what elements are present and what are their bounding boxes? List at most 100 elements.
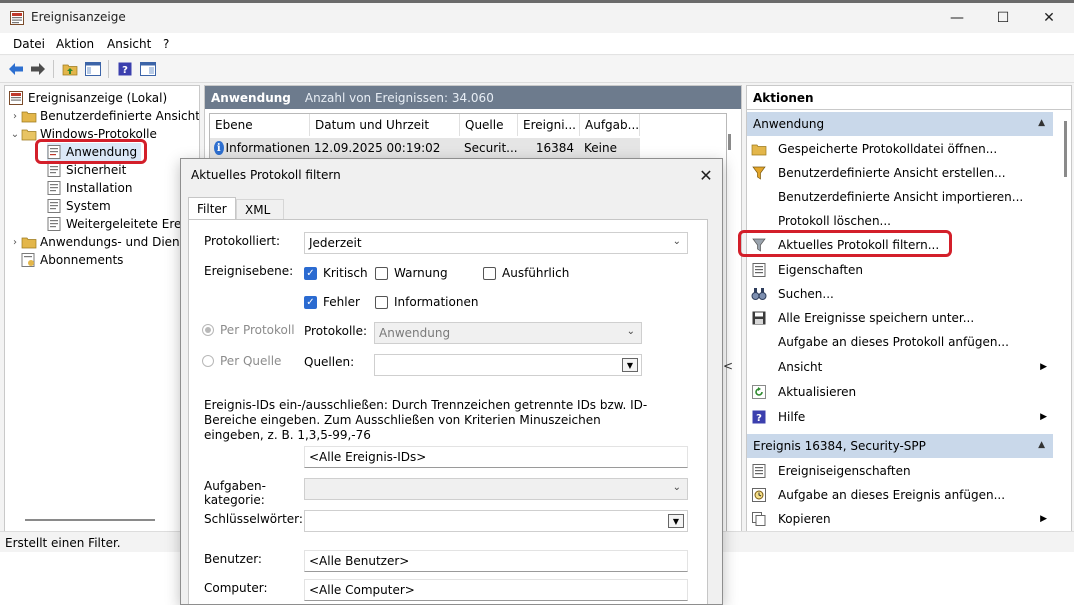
checkbox-unchecked-icon[interactable] <box>483 266 496 280</box>
tree-item-app-services[interactable]: › Anwendungs- und Dienstprotokolle <box>9 233 199 251</box>
menu-datei[interactable]: Datei <box>13 37 45 51</box>
submenu-arrow-icon: ▶ <box>1040 514 1047 524</box>
checkbox-label: Kritisch <box>323 266 368 280</box>
sources-select[interactable]: ▼ <box>374 354 642 376</box>
action-copy[interactable]: Kopieren ▶ <box>747 507 1053 531</box>
chevron-down-icon: ⌄ <box>626 326 635 337</box>
title-bar: Ereignisanzeige — ☐ ✕ <box>0 3 1074 33</box>
minimize-button[interactable]: — <box>934 3 980 33</box>
checkbox-checked-icon[interactable]: ✓ <box>304 266 317 280</box>
close-icon[interactable]: ✕ <box>695 164 717 186</box>
task-category-select[interactable]: ⌄ <box>304 478 688 500</box>
actions-section-anwendung[interactable]: Anwendung ▲ <box>747 112 1053 136</box>
log-file-icon <box>47 181 63 195</box>
actions-section-event[interactable]: Ereignis 16384, Security-SPP ▲ <box>747 434 1053 458</box>
user-input[interactable]: <Alle Benutzer> <box>304 550 688 572</box>
checkbox-unchecked-icon[interactable] <box>375 266 388 280</box>
submenu-arrow-icon: ▶ <box>1040 362 1047 372</box>
event-list-scrollbar[interactable] <box>728 134 731 150</box>
checkbox-warning[interactable]: Warnung <box>375 266 448 280</box>
logged-select[interactable]: Jederzeit ⌄ <box>304 232 688 254</box>
dropdown-arrow-icon[interactable]: ▼ <box>668 514 684 528</box>
actions-scrollbar[interactable] <box>1064 121 1067 177</box>
event-ids-input[interactable]: <Alle Ereignis-IDs> <box>304 446 688 468</box>
folder-up-icon[interactable] <box>61 60 79 78</box>
maximize-button[interactable]: ☐ <box>980 3 1026 33</box>
menu-aktion[interactable]: Aktion <box>56 37 94 51</box>
folder-open-icon <box>751 141 767 157</box>
radio-by-log[interactable]: Per Protokoll <box>202 323 295 337</box>
action-view[interactable]: Ansicht ▶ <box>747 355 1053 379</box>
tree-horizontal-scrollbar[interactable] <box>25 519 155 521</box>
tab-xml[interactable]: XML <box>236 199 284 219</box>
radio-selected-icon[interactable] <box>202 324 214 336</box>
tree-label: Benutzerdefinierte Ansichten <box>40 109 200 123</box>
column-header-date[interactable]: Datum und Uhrzeit <box>310 114 460 136</box>
action-event-properties[interactable]: Ereigniseigenschaften <box>747 459 1053 483</box>
tree-item-system[interactable]: System <box>47 197 111 215</box>
forward-arrow-icon[interactable] <box>29 60 47 78</box>
column-header-event-id[interactable]: Ereigni... <box>518 114 580 136</box>
checkbox-label: Informationen <box>394 295 479 309</box>
action-label: Hilfe <box>778 410 806 424</box>
highlight-filter-action <box>738 230 952 257</box>
logged-label: Protokolliert: <box>204 234 281 248</box>
table-row[interactable]: i Informationen <box>210 138 310 158</box>
action-save-all-events[interactable]: Alle Ereignisse speichern unter... <box>747 306 1053 330</box>
cell-task[interactable]: Keine <box>580 138 640 158</box>
tree-item-subscriptions[interactable]: Abonnements <box>21 251 123 269</box>
back-arrow-icon[interactable] <box>7 60 25 78</box>
user-label: Benutzer: <box>204 552 262 566</box>
tree-item-forwarded[interactable]: Weitergeleitete Ereignisse <box>47 215 199 233</box>
tree-item-installation[interactable]: Installation <box>47 179 132 197</box>
action-open-saved-log[interactable]: Gespeicherte Protokolldatei öffnen... <box>747 137 1053 161</box>
menu-help[interactable]: ? <box>163 37 169 51</box>
chevron-right-icon[interactable]: › <box>9 237 21 248</box>
collapse-up-icon[interactable]: ▲ <box>1038 440 1045 450</box>
action-import-custom-view[interactable]: Benutzerdefinierte Ansicht importieren..… <box>747 185 1053 209</box>
tree-item-custom-views[interactable]: › Benutzerdefinierte Ansichten <box>9 107 200 125</box>
event-viewer-app-icon <box>10 11 24 25</box>
computer-label: Computer: <box>204 581 268 595</box>
checkbox-unchecked-icon[interactable] <box>375 295 388 309</box>
svg-text:?: ? <box>122 65 128 76</box>
task-category-label: Aufgaben-kategorie: <box>204 479 266 507</box>
action-help[interactable]: ? Hilfe ▶ <box>747 405 1053 429</box>
properties-icon[interactable] <box>139 60 157 78</box>
tab-filter[interactable]: Filter <box>188 197 236 220</box>
checkbox-error[interactable]: ✓ Fehler <box>304 295 360 309</box>
logs-select[interactable]: Anwendung ⌄ <box>374 322 642 344</box>
cell-event-id[interactable]: 16384 <box>518 138 580 158</box>
chevron-down-icon[interactable]: ⌄ <box>9 129 21 140</box>
tree-item-root[interactable]: Ereignisanzeige (Lokal) <box>9 89 167 107</box>
keywords-select[interactable]: ▼ <box>304 510 688 532</box>
checkbox-verbose[interactable]: Ausführlich <box>483 266 569 280</box>
actions-pane: Aktionen Anwendung ▲ Gespeicherte Protok… <box>746 85 1072 534</box>
action-create-custom-view[interactable]: Benutzerdefinierte Ansicht erstellen... <box>747 161 1053 185</box>
checkbox-information[interactable]: Informationen <box>375 295 478 309</box>
logs-label: Protokolle: <box>304 324 368 338</box>
computer-input[interactable]: <Alle Computer> <box>304 579 688 601</box>
column-header-task[interactable]: Aufgab... <box>580 114 640 136</box>
cell-date[interactable]: 12.09.2025 00:19:02 <box>310 138 460 158</box>
radio-unselected-icon[interactable] <box>202 355 214 367</box>
action-attach-task-to-log[interactable]: Aufgabe an dieses Protokoll anfügen... <box>747 330 1053 354</box>
radio-by-source[interactable]: Per Quelle <box>202 354 281 368</box>
cell-source[interactable]: Securit... <box>460 138 518 158</box>
column-header-level[interactable]: Ebene <box>210 114 310 136</box>
help-icon[interactable]: ? <box>116 60 134 78</box>
show-hide-tree-icon[interactable] <box>84 60 102 78</box>
checkbox-critical[interactable]: ✓ Kritisch <box>304 266 368 280</box>
action-refresh[interactable]: Aktualisieren <box>747 380 1053 404</box>
action-properties[interactable]: Eigenschaften <box>747 258 1053 282</box>
column-header-source[interactable]: Quelle <box>460 114 518 136</box>
action-attach-task-to-event[interactable]: Aufgabe an dieses Ereignis anfügen... <box>747 483 1053 507</box>
close-window-button[interactable]: ✕ <box>1026 3 1072 33</box>
checkbox-checked-icon[interactable]: ✓ <box>304 295 317 309</box>
dropdown-arrow-icon[interactable]: ▼ <box>622 358 638 372</box>
collapse-up-icon[interactable]: ▲ <box>1038 118 1045 128</box>
log-file-icon <box>47 199 63 213</box>
menu-ansicht[interactable]: Ansicht <box>107 37 151 51</box>
action-search[interactable]: Suchen... <box>747 282 1053 306</box>
chevron-right-icon[interactable]: › <box>9 111 21 122</box>
